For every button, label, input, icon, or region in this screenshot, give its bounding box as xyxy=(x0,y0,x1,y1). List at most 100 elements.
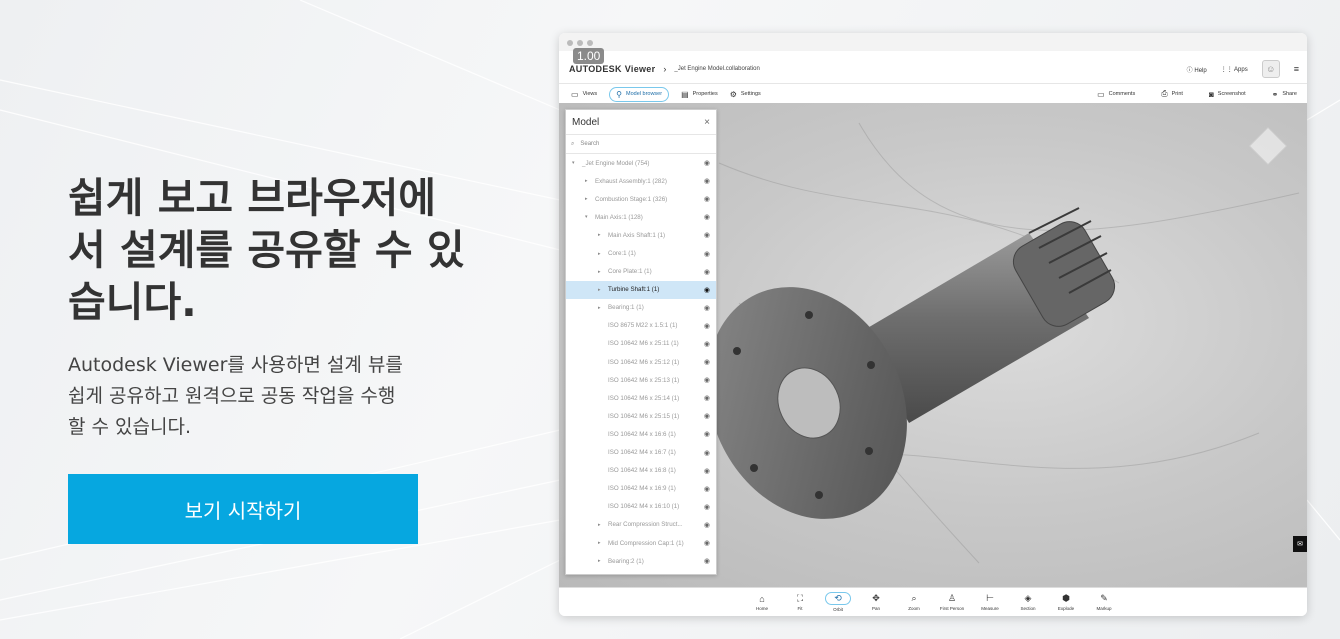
tree-row[interactable]: ▸ Bearing:1 (1) ◉ xyxy=(566,299,716,317)
measure-icon: ⊢ xyxy=(986,593,994,603)
screenshot-button[interactable]: ◙ Screenshot xyxy=(1209,89,1246,99)
dock-home-button[interactable]: ⌂ Home xyxy=(743,594,781,611)
tree-row[interactable]: ISO 8675 M22 x 1.5:1 (1) ◉ xyxy=(566,317,716,335)
tree-row[interactable]: ISO 10642 M4 x 16:9 (1) ◉ xyxy=(566,480,716,498)
caret-right-icon[interactable]: ▸ xyxy=(598,287,604,293)
caret-right-icon[interactable]: ▸ xyxy=(598,251,604,257)
dock-measure-button[interactable]: ⊢ Measure xyxy=(971,593,1009,611)
tree-row[interactable]: ▸ Rear Compression Struct... ◉ xyxy=(566,516,716,534)
properties-label: Properties xyxy=(692,91,718,97)
print-button[interactable]: ⎙ Print xyxy=(1161,89,1183,99)
tree-row[interactable]: ▸ Core:1 (1) ◉ xyxy=(566,244,716,262)
apps-link[interactable]: ⋮⋮ Apps xyxy=(1221,66,1248,73)
dock-explode-button[interactable]: ⬢ Explode xyxy=(1047,593,1085,611)
eye-icon[interactable]: ◉ xyxy=(704,521,710,529)
print-label: Print xyxy=(1171,91,1183,97)
eye-icon[interactable]: ◉ xyxy=(704,503,710,511)
close-icon[interactable]: × xyxy=(704,117,710,128)
eye-icon[interactable]: ◉ xyxy=(704,539,710,547)
tree-row-label: ISO 10642 M6 x 25:11 (1) xyxy=(608,340,679,348)
eye-icon[interactable]: ◉ xyxy=(704,304,710,312)
eye-icon[interactable]: ◉ xyxy=(704,159,710,167)
search-input[interactable]: ⌕ Search xyxy=(566,135,716,154)
model-browser-label: Model browser xyxy=(626,91,663,97)
dock-fit-button[interactable]: ⛶ Fit xyxy=(781,593,819,611)
tree-row[interactable]: ISO 10642 M6 x 25:12 (1) ◉ xyxy=(566,353,716,371)
eye-icon[interactable]: ◉ xyxy=(704,557,710,565)
eye-icon[interactable]: ◉ xyxy=(704,358,710,366)
eye-icon[interactable]: ◉ xyxy=(704,195,710,203)
dock-markup-button[interactable]: ✎ Markup xyxy=(1085,593,1123,611)
caret-down-icon[interactable]: ▾ xyxy=(572,160,578,166)
share-button[interactable]: ⚭ Share xyxy=(1272,89,1297,99)
menu-icon[interactable]: ≡ xyxy=(1294,64,1299,74)
tree-row-label: Turbine Shaft:1 (1) xyxy=(608,286,660,294)
eye-icon[interactable]: ◉ xyxy=(704,340,710,348)
caret-right-icon[interactable]: ▸ xyxy=(598,232,604,238)
dock-zoom-button[interactable]: ⌕ Zoom xyxy=(895,593,933,611)
tree-row[interactable]: ▸ Bearing:2 (1) ◉ xyxy=(566,552,716,570)
caret-right-icon[interactable]: ▸ xyxy=(585,196,591,202)
eye-icon[interactable]: ◉ xyxy=(704,231,710,239)
dock-first-person-button[interactable]: ♙ First Person xyxy=(933,593,971,611)
dock-pan-button[interactable]: ✥ Pan xyxy=(857,593,895,611)
tree-row[interactable]: ▸ Main Axis Shaft:1 (1) ◉ xyxy=(566,226,716,244)
apps-grid-icon: ⋮⋮ xyxy=(1220,66,1233,73)
tree-row-label: Core:1 (1) xyxy=(608,250,636,258)
feedback-icon[interactable]: ✉ xyxy=(1293,536,1307,552)
tree-row[interactable]: ISO 10642 M6 x 25:14 (1) ◉ xyxy=(566,389,716,407)
tree-row[interactable]: ▸ Mid Compression Cap:1 (1) ◉ xyxy=(566,534,716,552)
tree-row[interactable]: ▸ Combustion Stage:1 (326) ◉ xyxy=(566,190,716,208)
dock-section-button[interactable]: ◈ Section xyxy=(1009,593,1047,611)
eye-icon[interactable]: ◉ xyxy=(704,177,710,185)
tree-row[interactable]: ▾ _Jet Engine Model (754) ◉ xyxy=(566,154,716,172)
tree-row-label: ISO 10642 M6 x 25:13 (1) xyxy=(608,376,680,384)
tree-row-label: ISO 10642 M4 x 16:8 (1) xyxy=(608,467,676,475)
tree-row[interactable]: ▸ Core Plate:1 (1) ◉ xyxy=(566,263,716,281)
eye-icon[interactable]: ◉ xyxy=(704,485,710,493)
tree-row[interactable]: ISO 10642 M6 x 25:11 (1) ◉ xyxy=(566,335,716,353)
caret-right-icon[interactable]: ▸ xyxy=(598,305,604,311)
tree-row[interactable]: ▸ Turbine Shaft:1 (1) ◉ xyxy=(566,280,716,299)
caret-down-icon[interactable]: ▾ xyxy=(585,214,591,220)
dock-orbit-button[interactable]: ⟲ Orbit xyxy=(819,592,857,612)
caret-right-icon[interactable]: ▸ xyxy=(598,558,604,564)
caret-right-icon[interactable]: ▸ xyxy=(598,269,604,275)
eye-icon[interactable]: ◉ xyxy=(704,412,710,420)
tree-row[interactable]: ISO 10642 M4 x 16:10 (1) ◉ xyxy=(566,498,716,516)
eye-icon[interactable]: ◉ xyxy=(704,394,710,402)
eye-icon[interactable]: ◉ xyxy=(704,449,710,457)
window-dot xyxy=(587,40,593,46)
eye-icon[interactable]: ◉ xyxy=(704,213,710,221)
caret-right-icon[interactable]: ▸ xyxy=(598,540,604,546)
eye-icon[interactable]: ◉ xyxy=(704,286,710,294)
comments-label: Comments xyxy=(1108,91,1136,97)
tree-row[interactable]: ISO 10642 M4 x 16:8 (1) ◉ xyxy=(566,462,716,480)
eye-icon[interactable]: ◉ xyxy=(704,322,710,330)
tree-row[interactable]: ISO 10642 M4 x 16:6 (1) ◉ xyxy=(566,425,716,443)
comments-button[interactable]: ▭ Comments xyxy=(1097,89,1135,99)
eye-icon[interactable]: ◉ xyxy=(704,467,710,475)
hero-subtitle: Autodesk Viewer를 사용하면 설계 뷰를 쉽게 공유하고 원격으로… xyxy=(68,354,403,438)
model-browser-button[interactable]: ⚲ Model browser xyxy=(609,86,670,102)
panel-header: Model × xyxy=(566,110,716,135)
views-button[interactable]: ▭ Views xyxy=(571,90,597,99)
tree-row[interactable]: ▸ Exhaust Assembly:1 (282) ◉ xyxy=(566,172,716,190)
tree-row[interactable]: ISO 10642 M6 x 25:15 (1) ◉ xyxy=(566,407,716,425)
breadcrumb[interactable]: _Jet Engine Model.collaboration xyxy=(674,66,759,72)
settings-button[interactable]: ⚙ Settings xyxy=(730,90,761,99)
caret-right-icon[interactable]: ▸ xyxy=(585,178,591,184)
eye-icon[interactable]: ◉ xyxy=(704,430,710,438)
eye-icon[interactable]: ◉ xyxy=(704,376,710,384)
tree-row[interactable]: ISO 10642 M4 x 16:7 (1) ◉ xyxy=(566,444,716,462)
caret-right-icon[interactable]: ▸ xyxy=(598,522,604,528)
eye-icon[interactable]: ◉ xyxy=(704,250,710,258)
tree-row[interactable]: ▾ Main Axis:1 (128) ◉ xyxy=(566,208,716,226)
avatar[interactable]: ☺ xyxy=(1261,60,1280,78)
tree-row[interactable]: ISO 10642 M6 x 25:13 (1) ◉ xyxy=(566,371,716,389)
eye-icon[interactable]: ◉ xyxy=(704,268,710,276)
help-link[interactable]: ⓘ Help xyxy=(1187,65,1207,74)
start-viewing-button[interactable]: 보기 시작하기 xyxy=(68,474,418,544)
properties-button[interactable]: ▤ Properties xyxy=(681,90,718,99)
tree-row-label: Exhaust Assembly:1 (282) xyxy=(595,177,667,185)
